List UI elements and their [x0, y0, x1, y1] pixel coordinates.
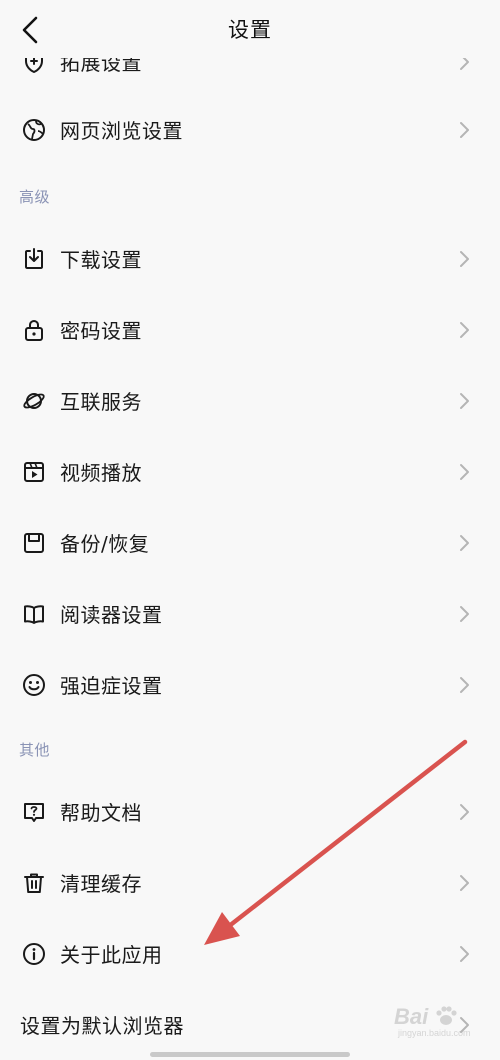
settings-row-reader[interactable]: 阅读器设置: [0, 584, 500, 644]
settings-row-password[interactable]: 密码设置: [0, 300, 500, 360]
settings-row-download[interactable]: 下载设置: [0, 229, 500, 289]
row-label: 帮助文档: [60, 800, 142, 825]
top-bar: 设置: [0, 0, 500, 58]
lock-icon: [21, 317, 47, 343]
settings-row-backup-restore[interactable]: 备份/恢复: [0, 513, 500, 573]
row-label: 阅读器设置: [60, 602, 163, 627]
row-label: 清理缓存: [60, 871, 142, 896]
row-label: 密码设置: [60, 318, 142, 343]
chevron-right-icon: [460, 875, 469, 891]
section-title-other: 其他: [19, 741, 51, 759]
row-label: 互联服务: [60, 389, 142, 414]
chevron-right-icon: [460, 122, 469, 138]
book-icon: [21, 601, 47, 627]
chevron-right-icon: [460, 804, 469, 820]
settings-row-connect-service[interactable]: 互联服务: [0, 371, 500, 431]
home-indicator[interactable]: [150, 1052, 350, 1057]
page-title: 设置: [228, 18, 272, 42]
settings-row-web-browsing[interactable]: 网页浏览设置: [0, 100, 500, 160]
planet-icon: [21, 388, 47, 414]
row-label: 备份/恢复: [60, 531, 150, 556]
settings-row-help[interactable]: 帮助文档: [0, 782, 500, 842]
chevron-right-icon: [460, 393, 469, 409]
info-icon: [21, 941, 47, 967]
chevron-right-icon: [460, 535, 469, 551]
chevron-right-icon: [460, 322, 469, 338]
chevron-right-icon: [460, 251, 469, 267]
section-title-advanced: 高级: [19, 188, 51, 206]
chevron-right-icon: [460, 606, 469, 622]
chevron-right-icon: [460, 464, 469, 480]
row-label: 下载设置: [60, 247, 142, 272]
watermark-logo: Bai jingyan.baidu.com: [394, 1004, 490, 1044]
chevron-right-icon: [460, 946, 469, 962]
backup-icon: [21, 530, 47, 556]
settings-row-about[interactable]: 关于此应用: [0, 924, 500, 984]
row-label: 关于此应用: [60, 942, 163, 967]
trash-icon: [21, 870, 47, 896]
chevron-right-icon: [460, 677, 469, 693]
download-icon: [21, 246, 47, 272]
globe-icon: [21, 117, 47, 143]
watermark-sub: jingyan.baidu.com: [398, 1028, 471, 1038]
paw-icon: [436, 1006, 457, 1025]
settings-row-ocd[interactable]: 强迫症设置: [0, 655, 500, 715]
row-label: 网页浏览设置: [60, 118, 183, 143]
help-document-icon: [21, 799, 47, 825]
video-play-icon: [21, 459, 47, 485]
settings-row-video-playback[interactable]: 视频播放: [0, 442, 500, 502]
settings-row-clear-cache[interactable]: 清理缓存: [0, 853, 500, 913]
smiley-icon: [21, 672, 47, 698]
row-label: 强迫症设置: [60, 673, 163, 698]
row-label: 设置为默认浏览器: [20, 1013, 184, 1038]
row-label: 视频播放: [60, 460, 142, 485]
watermark-brand: Bai: [394, 1004, 429, 1029]
